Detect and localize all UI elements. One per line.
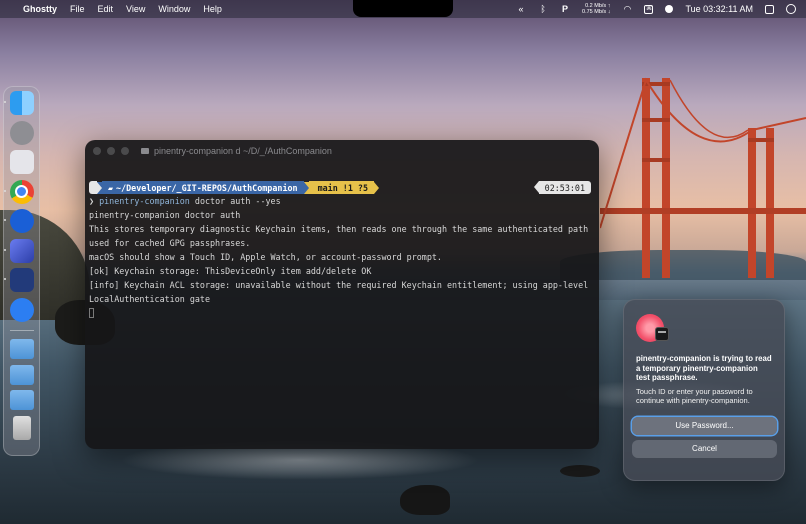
prompt-path: ~/Developer/_GIT-REPOS/AuthCompanion	[116, 182, 298, 193]
output-line: This stores temporary diagnostic Keychai…	[89, 224, 589, 234]
window-title-text: pinentry-companion d ~/D/_/AuthCompanion	[154, 146, 332, 156]
dock-system-settings-icon[interactable]	[9, 120, 34, 145]
dock-finder-icon[interactable]	[3, 91, 34, 115]
prompt-os-segment	[89, 181, 97, 194]
prompt-git-segment: main !1 ?5	[308, 181, 374, 194]
output-line: [ok] Keychain storage: ThisDeviceOnly it…	[89, 266, 372, 276]
dock-launchpad-icon[interactable]	[9, 150, 34, 174]
menu-file[interactable]: File	[70, 4, 85, 14]
wallpaper-rock	[400, 485, 450, 515]
output-line: macOS should show a Touch ID, Apple Watc…	[89, 252, 442, 262]
close-button[interactable]	[93, 147, 101, 155]
folder-icon: ▰	[108, 182, 114, 193]
dock-developer-folder-icon[interactable]	[9, 364, 34, 385]
terminal-cursor	[89, 306, 595, 320]
terminal-app-badge-icon	[655, 327, 669, 341]
dock-downloads-folder-icon[interactable]	[9, 390, 34, 410]
control-center-icon[interactable]	[765, 4, 774, 14]
menu-clock[interactable]: Tue 03:32:11 AM	[685, 4, 753, 14]
rewind-icon[interactable]: «	[516, 4, 526, 14]
wifi-icon[interactable]: ◠	[622, 4, 632, 15]
p-app-icon[interactable]: P	[560, 4, 570, 14]
dock-app-icon[interactable]	[9, 297, 34, 322]
dock-separator	[9, 330, 34, 331]
dock-ghostty-icon[interactable]	[3, 268, 34, 292]
window-title: pinentry-companion d ~/D/_/AuthCompanion	[141, 146, 332, 156]
command-name: pinentry-companion	[99, 196, 190, 206]
minimize-button[interactable]	[107, 147, 115, 155]
network-download: 0.75 Mb/s ↓	[582, 9, 611, 15]
menu-edit[interactable]: Edit	[98, 4, 114, 14]
camera-notch	[353, 0, 453, 17]
prompt-time: 02:53:01	[533, 181, 591, 194]
siri-icon[interactable]	[786, 4, 796, 14]
network-speed[interactable]: 0.2 Mb/s ↑ 0.75 Mb/s ↓	[582, 3, 610, 15]
record-icon[interactable]	[665, 5, 674, 13]
command-args: doctor auth --yes	[189, 196, 281, 206]
menu-view[interactable]: View	[126, 4, 145, 14]
dock	[3, 86, 40, 456]
output-line: used for cached GPG passphrases.	[89, 238, 251, 248]
menu-app-name[interactable]: Ghostty	[23, 4, 57, 14]
menu-help[interactable]: Help	[203, 4, 222, 14]
shell-prompt: ▰ ~/Developer/_GIT-REPOS/AuthCompanion m…	[89, 181, 595, 194]
command-line: ❯ pinentry-companion doctor auth --yes	[89, 194, 595, 208]
git-status: main !1 ?5	[317, 182, 368, 193]
wallpaper-rock	[560, 465, 600, 477]
bluetooth-icon[interactable]: ᛒ	[538, 4, 548, 14]
menu-bar: Ghostty File Edit View Window Help « ᛒ P…	[0, 0, 806, 18]
output-line: pinentry-companion doctor auth	[89, 210, 241, 220]
output-line: LocalAuthentication gate	[89, 294, 211, 304]
output-line: [info] Keychain ACL storage: unavailable…	[89, 280, 589, 290]
auth-icon	[636, 314, 672, 346]
keyboard-shortcut-icon[interactable]: ⌘	[644, 4, 654, 14]
terminal-window[interactable]: pinentry-companion d ~/D/_/AuthCompanion…	[85, 140, 599, 449]
menu-window[interactable]: Window	[158, 4, 190, 14]
dialog-message: Touch ID or enter your password to conti…	[636, 386, 753, 406]
cancel-button[interactable]: Cancel	[632, 439, 777, 458]
prompt-separator	[374, 181, 379, 194]
terminal-titlebar[interactable]: pinentry-companion d ~/D/_/AuthCompanion	[85, 140, 599, 162]
dock-app-icon[interactable]	[3, 209, 34, 233]
terminal-content[interactable]: ▰ ~/Developer/_GIT-REPOS/AuthCompanion m…	[85, 181, 599, 320]
prompt-path-segment: ▰ ~/Developer/_GIT-REPOS/AuthCompanion	[102, 181, 304, 194]
folder-icon	[141, 148, 149, 154]
prompt-arrow: ❯	[89, 196, 95, 206]
use-password-button[interactable]: Use Password...	[632, 416, 777, 435]
auth-dialog: pinentry-companion is trying to read a t…	[623, 299, 785, 481]
dialog-title: pinentry-companion is trying to read a t…	[636, 354, 772, 382]
dock-trash-icon[interactable]	[12, 415, 31, 440]
wallpaper-bridge	[600, 77, 806, 278]
dock-chrome-icon[interactable]	[3, 179, 34, 204]
dock-applications-folder-icon[interactable]	[9, 339, 34, 359]
zoom-button[interactable]	[121, 147, 129, 155]
dock-app-icon[interactable]	[3, 238, 34, 263]
